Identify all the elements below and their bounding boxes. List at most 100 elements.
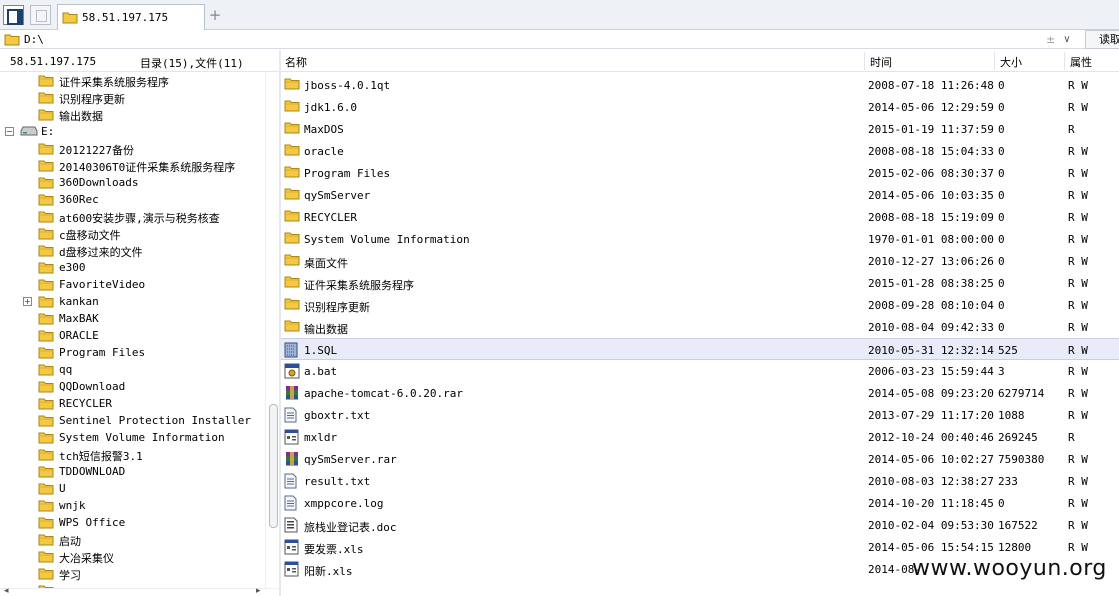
tree-item[interactable]: tch短信报警3.1 [0, 446, 265, 463]
file-row[interactable]: 证件采集系统服务程序 2015-01-28 08:38:25 0 R W [281, 272, 1119, 294]
tree-item[interactable]: Sentinel Protection Installer [0, 412, 265, 429]
folder-icon [38, 346, 54, 362]
folder-icon [62, 12, 78, 24]
tree-item[interactable]: 学习 [0, 565, 265, 582]
tree-item[interactable]: U [0, 480, 265, 497]
file-size: 0 [998, 123, 1005, 136]
file-row[interactable]: gboxtr.txt 2013-07-29 11:17:20 1088 R W [281, 404, 1119, 426]
file-row[interactable]: jdk1.6.0 2014-05-06 12:29:59 0 R W [281, 96, 1119, 118]
file-size: 0 [998, 321, 1005, 334]
file-size: 0 [998, 299, 1005, 312]
column-time[interactable]: 时间 [870, 54, 892, 70]
file-time: 2012-10-24 00:40:46 [868, 431, 994, 444]
file-time: 2010-05-31 12:32:14 [868, 344, 994, 357]
file-row[interactable]: 桌面文件 2010-12-27 13:06:26 0 R W [281, 250, 1119, 272]
tree-item[interactable]: qq [0, 361, 265, 378]
chevron-down-icon[interactable]: ∨ [1063, 34, 1070, 45]
tree-item[interactable]: 360Rec [0, 191, 265, 208]
tree-item[interactable]: 启动 [0, 531, 265, 548]
tree-item[interactable]: 大冶采集仪 [0, 548, 265, 565]
tree-item[interactable]: + kankan [0, 293, 265, 310]
collapse-icon[interactable]: − [5, 127, 14, 136]
file-size: 1088 [998, 409, 1025, 422]
file-row[interactable]: oracle 2008-08-18 15:04:33 0 R W [281, 140, 1119, 162]
file-row[interactable]: a.bat 2006-03-23 15:59:44 3 R W [281, 360, 1119, 382]
file-row[interactable]: 识别程序更新 2008-09-28 08:10:04 0 R W [281, 294, 1119, 316]
address-input[interactable]: D:\ [2, 31, 1082, 48]
folder-icon [284, 253, 300, 269]
column-attr[interactable]: 属性 [1070, 54, 1092, 70]
tree-item[interactable]: at600安装步骤,演示与税务核查 [0, 208, 265, 225]
tree-item[interactable]: 输出数据 [0, 106, 265, 123]
add-tab-button[interactable]: + [208, 6, 222, 24]
tree-item[interactable]: QQDownload [0, 378, 265, 395]
file-name: 识别程序更新 [304, 301, 370, 314]
file-row[interactable]: result.txt 2010-08-03 12:38:27 233 R W [281, 470, 1119, 492]
tree-item[interactable]: − E: [0, 123, 265, 140]
tree-item[interactable]: 360Downloads [0, 174, 265, 191]
tree-item[interactable]: wnjk [0, 497, 265, 514]
tree-item[interactable]: Program Files [0, 344, 265, 361]
tree-item[interactable]: c盘移动文件 [0, 225, 265, 242]
tree-item[interactable]: 识别程序更新 [0, 89, 265, 106]
panel-toggle-button[interactable] [3, 5, 24, 25]
file-row[interactable]: jboss-4.0.1qt 2008-07-18 11:26:48 0 R W [281, 74, 1119, 96]
text-file-icon [284, 495, 297, 514]
tree-item[interactable]: ORACLE [0, 327, 265, 344]
file-row[interactable]: 1.SQL 2010-05-31 12:32:14 525 R W [281, 338, 1119, 360]
file-row[interactable]: RECYCLER 2008-08-18 15:19:09 0 R W [281, 206, 1119, 228]
tree-horizontal-scrollbar[interactable]: ◂ ▸ [0, 586, 279, 596]
scrollbar-thumb[interactable] [269, 404, 278, 528]
column-name[interactable]: 名称 [285, 54, 307, 70]
file-row[interactable]: System Volume Information 1970-01-01 08:0… [281, 228, 1119, 250]
tree-item[interactable]: FavoriteVideo [0, 276, 265, 293]
file-row[interactable]: xmppcore.log 2014-10-20 11:18:45 0 R W [281, 492, 1119, 514]
tree-scrollbar[interactable] [265, 72, 279, 588]
tree-item[interactable]: 20121227备份 [0, 140, 265, 157]
pin-icon[interactable]: ± [1046, 33, 1055, 46]
scroll-right-icon[interactable]: ▸ [256, 586, 261, 596]
file-attr: R W [1068, 277, 1088, 290]
tree-item[interactable]: e300 [0, 259, 265, 276]
file-attr: R W [1068, 299, 1088, 312]
tree-item[interactable]: d盘移过来的文件 [0, 242, 265, 259]
file-size: 0 [998, 167, 1005, 180]
read-button[interactable]: 读取 [1085, 30, 1119, 49]
file-row[interactable]: 输出数据 2010-08-04 09:42:33 0 R W [281, 316, 1119, 338]
tree-item[interactable]: 证件采集系统服务程序 [0, 72, 265, 89]
column-size[interactable]: 大小 [1000, 54, 1022, 70]
tree-item-label: c盘移动文件 [59, 229, 121, 242]
tab-label: 58.51.197.175 [82, 11, 169, 24]
tab-host[interactable]: 58.51.197.175 [57, 4, 205, 30]
tree-item-label: WPS Office [59, 516, 126, 529]
text-file-icon [284, 473, 297, 492]
file-row[interactable]: mxldr 2012-10-24 00:40:46 269245 R [281, 426, 1119, 448]
tree-item[interactable]: System Volume Information [0, 429, 265, 446]
tree-item[interactable]: RECYCLER [0, 395, 265, 412]
file-name: Program Files [304, 167, 391, 180]
tree-item[interactable]: 20140306T0证件采集系统服务程序 [0, 157, 265, 174]
file-row[interactable]: qySmServer.rar 2014-05-06 10:02:27 7590380… [281, 448, 1119, 470]
file-row[interactable]: apache-tomcat-6.0.20.rar 2014-05-08 09:23… [281, 382, 1119, 404]
file-row[interactable]: qySmServer 2014-05-06 10:03:35 0 R W [281, 184, 1119, 206]
tree-item[interactable]: MaxBAK [0, 310, 265, 327]
file-row[interactable]: MaxDOS 2015-01-19 11:37:59 0 R [281, 118, 1119, 140]
tree-item[interactable]: WPS Office [0, 514, 265, 531]
expand-icon[interactable]: + [23, 297, 32, 306]
scroll-left-icon[interactable]: ◂ [4, 586, 9, 596]
folder-icon [38, 431, 54, 447]
file-row[interactable]: Program Files 2015-02-06 08:30:37 0 R W [281, 162, 1119, 184]
doc-file-icon [284, 517, 298, 536]
file-name: apache-tomcat-6.0.20.rar [304, 387, 463, 400]
tree-item-label: E: [41, 125, 55, 138]
tree-item[interactable]: TDDOWNLOAD [0, 463, 265, 480]
tree-item-label: 大冶采集仪 [59, 552, 114, 565]
tree-item-label: Sentinel Protection Installer [59, 414, 252, 427]
file-row[interactable]: 旅栈业登记表.doc 2010-02-04 09:53:30 167522 R W [281, 514, 1119, 536]
file-name: result.txt [304, 475, 371, 488]
window-button[interactable] [30, 5, 51, 25]
file-attr: R W [1068, 101, 1088, 114]
file-attr: R W [1068, 167, 1088, 180]
folder-icon [38, 499, 54, 515]
file-row[interactable]: 要发票.xls 2014-05-06 15:54:15 12800 R W [281, 536, 1119, 558]
